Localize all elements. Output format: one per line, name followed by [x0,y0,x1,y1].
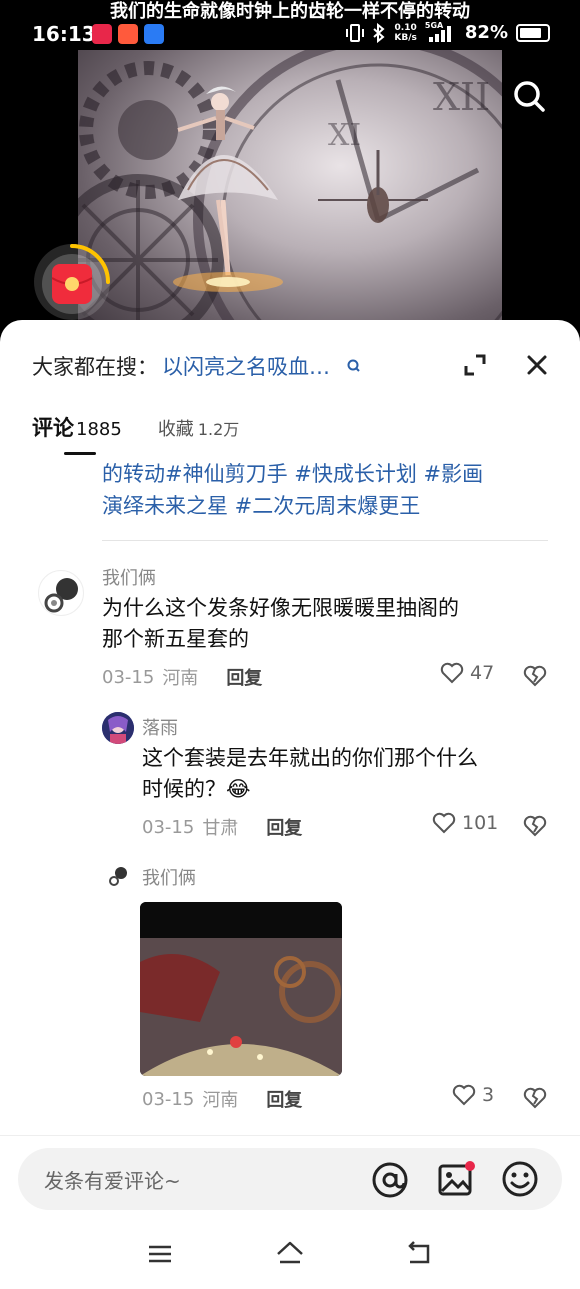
description-hashtags-2[interactable]: 演绎未来之星 #二次元周末爆更王 [102,490,552,522]
comment-username[interactable]: 落雨 [142,714,178,740]
description-text: 的转动 [102,462,165,486]
comment-meta: 03-15 河南 回复 [102,664,262,690]
comment-date: 03-15 [142,816,195,838]
comment-text-line: 为什么这个发条好像无限暖暖里抽阁的 [102,596,459,620]
divider [0,1135,580,1136]
clock-gears-scene: XII XI [78,50,502,340]
broken-heart-icon[interactable] [522,814,548,838]
emoji-icon[interactable] [500,1159,540,1199]
description-hashtags[interactable]: #神仙剪刀手 #快成长计划 #影画 [165,462,483,486]
cellular-signal: 5GA [424,20,457,43]
comment-date: 03-15 [102,666,155,688]
reply-button[interactable]: 回复 [226,664,262,690]
app-notification-icon-2 [118,24,138,44]
comment-tabs: 评论 1885 收藏 1.2万 [32,412,239,442]
bluetooth-icon [373,22,385,43]
comment-meta: 03-15 甘肃 回复 [142,814,302,840]
tab-comments-count: 1885 [76,419,122,440]
video-description: 的转动#神仙剪刀手 #快成长计划 #影画 演绎未来之星 #二次元周末爆更王 [102,458,552,522]
app-notification-icon-3 [144,24,164,44]
like-button[interactable]: 3 [452,1084,494,1106]
svg-text:XII: XII [433,75,490,119]
avatar-image [44,578,78,613]
comment-sheet: 大家都在搜： 以闪亮之名吸血… 评论 1885 收藏 1.2万 的转动#神仙剪刀手 … [0,320,580,1289]
heart-icon [440,662,464,684]
tab-comments[interactable]: 评论 1885 [32,412,122,442]
tab-favorites-count: 1.2万 [197,420,240,439]
battery-percent: 82% [464,22,508,43]
comment-username[interactable]: 我们俩 [142,864,196,890]
comment-input-placeholder[interactable]: 发条有爱评论~ [44,1165,181,1194]
comment-location: 甘肃 [202,818,239,839]
comment-username[interactable]: 我们俩 [102,564,156,590]
search-suggestion-query[interactable]: 以闪亮之名吸血… [162,351,330,381]
home-icon[interactable] [274,1238,306,1270]
image-icon[interactable] [436,1160,476,1200]
like-count: 47 [470,662,495,684]
tab-favorites[interactable]: 收藏 1.2万 [158,415,239,441]
heart-icon [452,1084,476,1106]
net-speed-unit: KB/s [394,32,417,43]
like-count: 3 [482,1084,495,1106]
svg-text:XI: XI [328,118,361,153]
avatar[interactable] [102,712,134,744]
status-bar: 16:13 0.10 KB/s 5GA 82% [0,20,580,48]
comment-meta: 03-15 河南 回复 [142,1086,302,1112]
video-caption: 我们的生命就像时钟上的齿轮一样不停的转动 [110,1,470,22]
network-type: 5GA [424,20,444,30]
tab-comments-label: 评论 [32,416,74,440]
like-count: 101 [462,812,499,834]
reply-button[interactable]: 回复 [266,1086,302,1112]
like-button[interactable]: 101 [432,812,498,834]
comment-image[interactable] [140,902,342,1076]
comment-input[interactable]: 发条有爱评论~ [18,1148,562,1210]
comment-date: 03-15 [142,1088,195,1110]
search-small-icon [347,359,360,372]
net-speed: 0.10 KB/s [394,23,416,43]
reply-button[interactable]: 回复 [266,814,302,840]
avatar[interactable] [38,570,84,616]
comment-text-line: 时候的？😂 [142,777,251,801]
broken-heart-icon[interactable] [522,1086,548,1110]
search-suggestion-prefix: 大家都在搜： [32,355,158,379]
avatar[interactable] [106,864,130,888]
status-indicators: 0.10 KB/s 5GA 82% [346,20,550,43]
tab-favorites-label: 收藏 [157,419,194,440]
avatar-image [102,712,134,744]
comment-text: 为什么这个发条好像无限暖暖里抽阁的 那个新五星套的 [102,593,552,655]
divider [102,540,548,541]
menu-icon[interactable] [144,1238,176,1270]
comment-text-line: 这个套装是去年就出的你们那个什么 [142,746,478,770]
comment-location: 河南 [202,1090,239,1111]
video-frame: XII XI [78,50,502,340]
vibrate-icon [346,23,365,42]
mention-icon[interactable] [370,1160,410,1200]
battery-icon [516,23,550,42]
net-speed-value: 0.10 [394,22,417,33]
red-packet-icon[interactable] [32,242,112,322]
heart-icon [432,812,456,834]
close-icon[interactable] [524,352,550,378]
comment-text-line: 那个新五星套的 [102,627,249,651]
broken-heart-icon[interactable] [522,664,548,688]
system-nav-bar [0,1220,580,1289]
avatar-image [109,867,127,886]
video-player[interactable]: XII XI 我们的生命就像时钟上的齿轮一样不停的转动 16:13 0.10 K… [0,0,580,340]
expand-icon[interactable] [462,352,488,378]
comment-location: 河南 [162,668,199,689]
comment-text: 这个套装是去年就出的你们那个什么 时候的？😂 [142,743,552,805]
comment-image-content [140,902,342,1076]
search-icon[interactable] [510,77,548,115]
like-button[interactable]: 47 [440,662,494,684]
back-icon[interactable] [402,1238,434,1270]
status-time: 16:13 [32,22,96,46]
tab-indicator [64,452,96,455]
app-notification-icon [92,24,112,44]
